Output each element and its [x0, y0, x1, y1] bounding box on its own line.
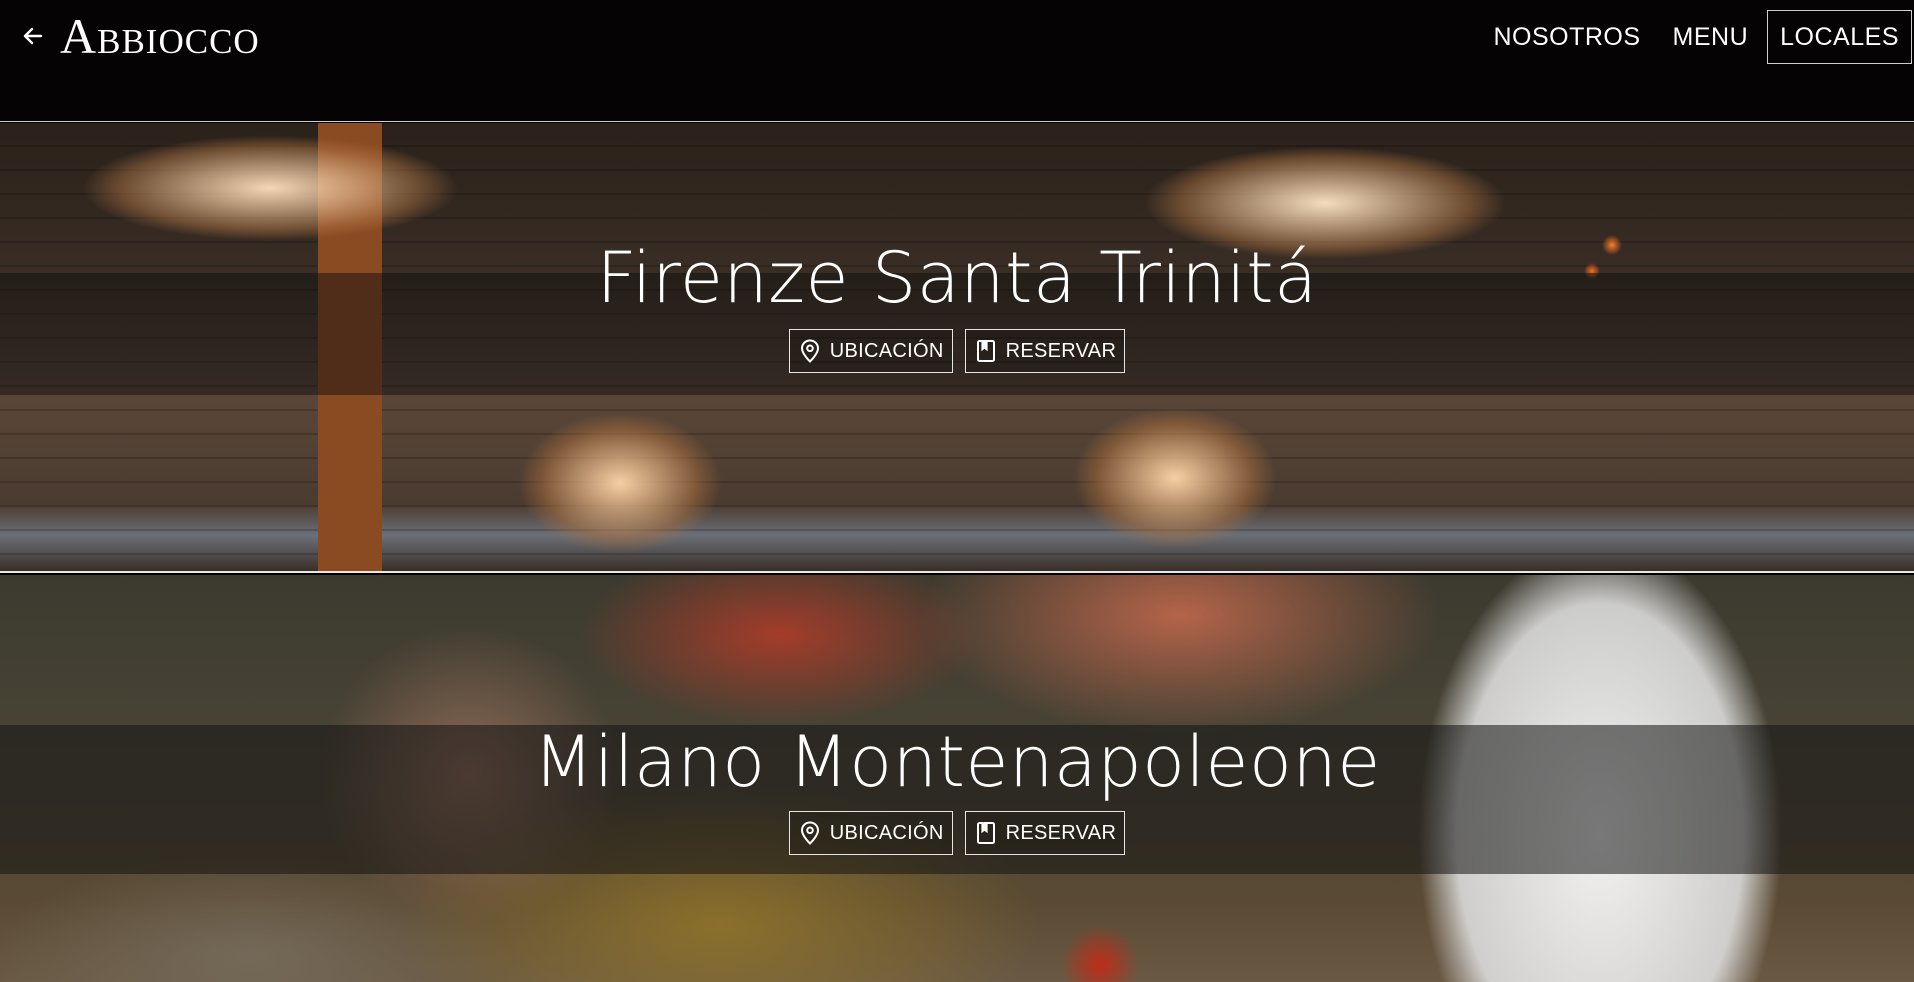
- location-button-label: UBICACIÓN: [829, 821, 944, 844]
- map-pin-icon: [800, 821, 820, 845]
- location-actions: UBICACIÓN RESERVAR: [788, 811, 1126, 855]
- reserve-button[interactable]: RESERVAR: [964, 329, 1126, 373]
- top-navbar: Abbiocco NOSOTROS MENU LOCALES: [0, 0, 1914, 122]
- nav-item-nosotros[interactable]: NOSOTROS: [1480, 10, 1653, 64]
- map-pin-icon: [800, 339, 820, 363]
- location-actions: UBICACIÓN RESERVAR: [788, 329, 1126, 373]
- location-card-firenze: Firenze Santa Trinitá UBICACIÓN RESERVAR: [0, 123, 1914, 573]
- reserve-button[interactable]: RESERVAR: [964, 811, 1126, 855]
- brand-name[interactable]: Abbiocco: [60, 10, 260, 62]
- bookmark-icon: [976, 821, 996, 845]
- location-button-label: UBICACIÓN: [829, 339, 944, 362]
- location-title: Milano Montenapoleone: [533, 721, 1381, 803]
- reserve-button-label: RESERVAR: [1005, 821, 1117, 844]
- location-button[interactable]: UBICACIÓN: [788, 329, 953, 373]
- reserve-button-label: RESERVAR: [1005, 339, 1117, 362]
- location-caption-band: Firenze Santa Trinitá UBICACIÓN RESERVAR: [0, 243, 1914, 395]
- nav-item-menu[interactable]: MENU: [1660, 10, 1762, 64]
- location-caption-band: Milano Montenapoleone UBICACIÓN RESERVAR: [0, 725, 1914, 874]
- nav-item-locales[interactable]: LOCALES: [1767, 10, 1912, 64]
- location-title: Firenze Santa Trinitá: [596, 237, 1318, 319]
- arrow-left-icon[interactable]: [20, 23, 46, 49]
- location-card-milano: Milano Montenapoleone UBICACIÓN RESERVAR: [0, 575, 1914, 982]
- bookmark-icon: [976, 339, 996, 363]
- location-button[interactable]: UBICACIÓN: [788, 811, 953, 855]
- main-nav: NOSOTROS MENU LOCALES: [1480, 10, 1912, 64]
- brand-home-link[interactable]: Abbiocco: [20, 10, 260, 62]
